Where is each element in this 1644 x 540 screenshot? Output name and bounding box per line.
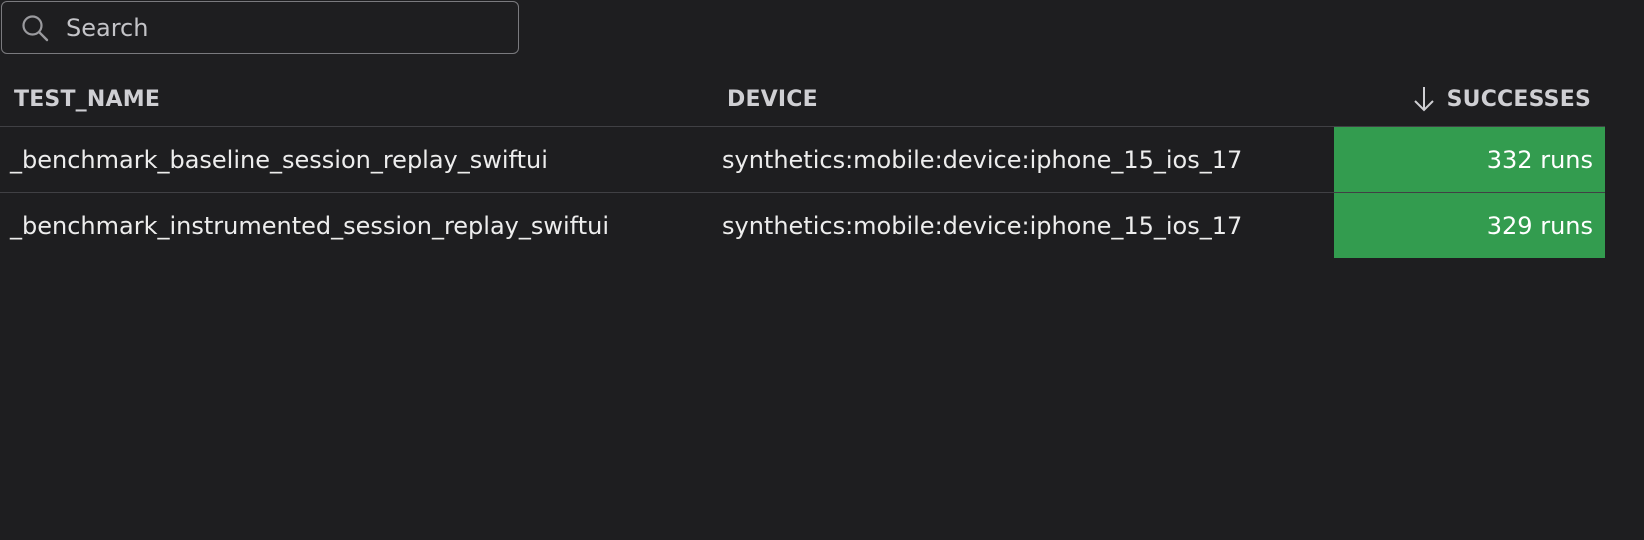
column-header-label: SUCCESSES [1446,86,1591,112]
test-name-cell: _benchmark_baseline_session_replay_swift… [10,145,548,174]
successes-cell: 329 runs [1334,193,1605,258]
table-row[interactable]: _benchmark_instrumented_session_replay_s… [0,193,1605,258]
column-header-successes[interactable]: SUCCESSES [1411,72,1591,126]
search-box[interactable] [1,1,519,54]
device-cell: synthetics:mobile:device:iphone_15_ios_1… [722,145,1243,174]
device-cell: synthetics:mobile:device:iphone_15_ios_1… [722,211,1243,240]
column-header-label: TEST_NAME [14,86,161,112]
search-icon [18,11,52,45]
successes-cell: 332 runs [1334,127,1605,192]
column-header-test-name[interactable]: TEST_NAME [14,72,160,126]
column-header-label: DEVICE [727,86,818,112]
search-input[interactable] [66,13,486,42]
column-header-device[interactable]: DEVICE [727,72,818,126]
test-name-cell: _benchmark_instrumented_session_replay_s… [10,211,609,240]
table-header: TEST_NAME DEVICE SUCCESSES [0,72,1605,127]
table-row[interactable]: _benchmark_baseline_session_replay_swift… [0,127,1605,193]
arrow-down-icon[interactable] [1411,84,1437,114]
results-table: TEST_NAME DEVICE SUCCESSES _benchmark_ba… [0,72,1605,258]
